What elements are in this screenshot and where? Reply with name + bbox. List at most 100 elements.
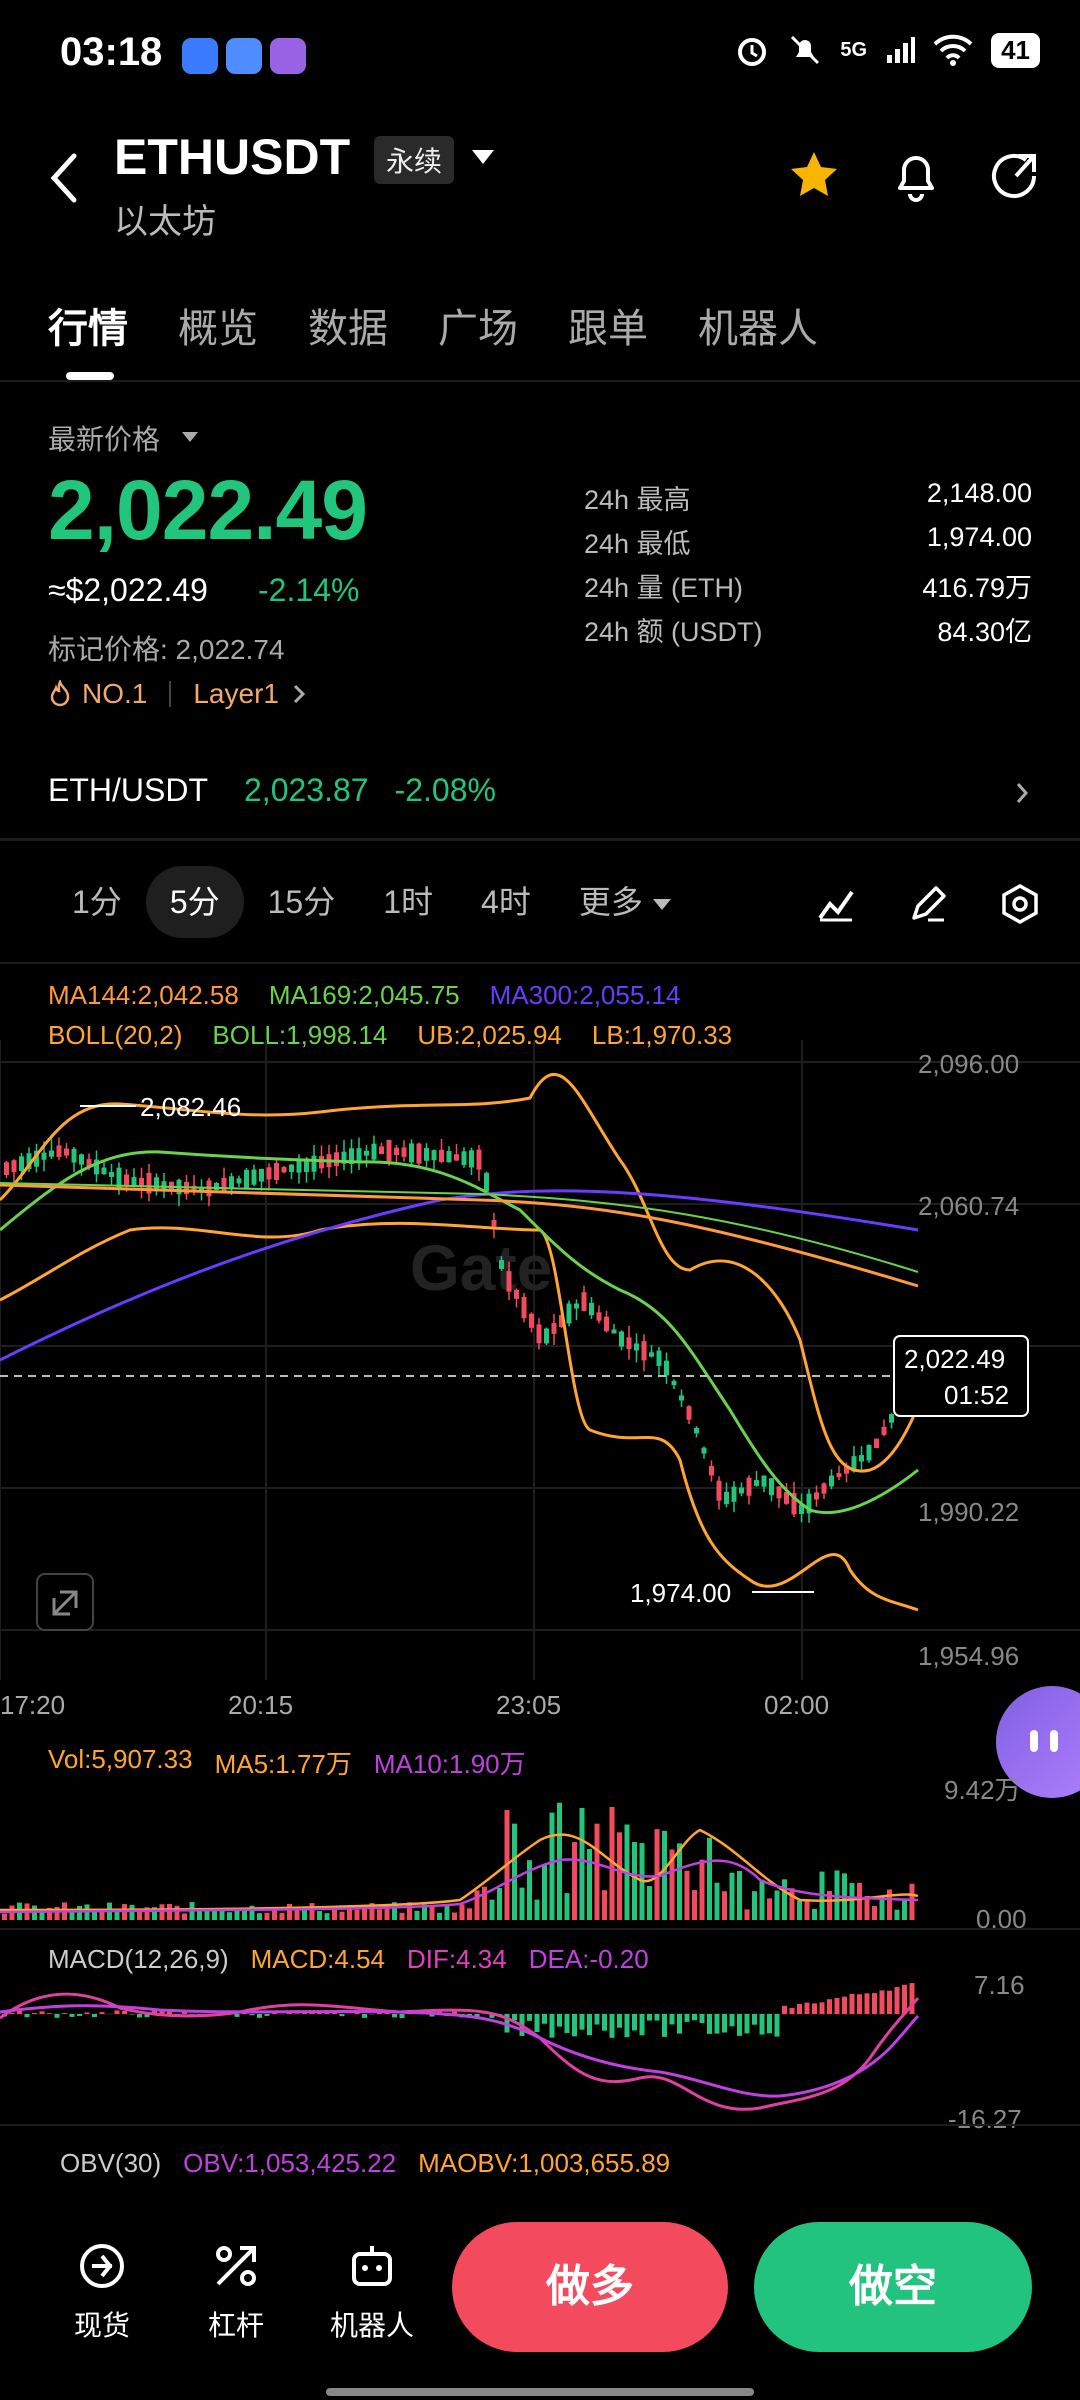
- nav-margin[interactable]: 杠杆: [176, 2240, 296, 2344]
- macd-divider: [0, 2124, 1080, 2126]
- candle-body: [544, 1328, 549, 1344]
- volume-bar: [692, 1890, 697, 1920]
- macd-bar: [362, 2014, 367, 2018]
- timeframe-4h[interactable]: 4时: [457, 866, 555, 938]
- macd-bar: [129, 2014, 135, 2015]
- candle-body: [454, 1154, 459, 1161]
- candle-body: [649, 1352, 654, 1357]
- x-axis-label: 02:00: [764, 1690, 830, 1720]
- macd-bar: [632, 2014, 637, 2031]
- volume-bar: [429, 1906, 435, 1920]
- share-icon[interactable]: [990, 148, 1042, 204]
- indicator-icon[interactable]: [816, 884, 856, 924]
- candle-body: [566, 1303, 572, 1324]
- status-indicators: 5G 41: [734, 32, 1040, 68]
- tab-data[interactable]: 数据: [308, 296, 388, 354]
- candle-body: [19, 1156, 24, 1171]
- timeframe-1h[interactable]: 1时: [359, 866, 457, 938]
- candle-body: [634, 1343, 639, 1351]
- home-indicator[interactable]: [326, 2388, 754, 2396]
- timeframe-5m[interactable]: 5分: [145, 866, 244, 938]
- latest-price-label[interactable]: 最新价格: [48, 418, 160, 458]
- network-label: 5G: [840, 38, 868, 61]
- symbol-title[interactable]: ETHUSDT: [114, 128, 350, 186]
- candle-body: [574, 1303, 579, 1309]
- volume-bar: [414, 1910, 420, 1920]
- macd-bar: [249, 2014, 255, 2016]
- macd-bar: [69, 2014, 75, 2017]
- y-axis-label: 2,096.00: [918, 1049, 1019, 1079]
- tabs-divider: [0, 380, 1080, 382]
- tab-market[interactable]: 行情: [48, 296, 128, 354]
- nav-spot[interactable]: 现货: [42, 2240, 162, 2344]
- toolbar-divider: [0, 962, 1080, 964]
- candle-body: [439, 1149, 444, 1163]
- candle-body: [56, 1145, 62, 1157]
- open-long-button[interactable]: 做多: [452, 2222, 728, 2352]
- symbol-dropdown-icon[interactable]: [472, 150, 494, 164]
- volume-divider: [0, 1928, 1080, 1930]
- macd-bar: [662, 2014, 667, 2037]
- timeframe-more[interactable]: 更多: [555, 866, 695, 938]
- signal-icon: [887, 37, 916, 63]
- x-axis-label: 17:20: [0, 1690, 66, 1720]
- macd-bar: [722, 2014, 727, 2033]
- stat-row: 24h 额 (USDT) 84.30亿: [584, 610, 1032, 654]
- spot-icon: [80, 2244, 124, 2288]
- obv-legend: OBV(30) OBV:1,053,425.22 MAOBV:1,003,655…: [60, 2148, 670, 2179]
- tab-bots[interactable]: 机器人: [698, 296, 818, 354]
- macd-bar: [804, 2002, 810, 2014]
- macd-bar: [572, 2014, 577, 2037]
- back-button[interactable]: [48, 150, 80, 211]
- macd-bar: [84, 2012, 90, 2014]
- vol-value: Vol:5,907.33: [48, 1744, 193, 1774]
- expand-chart-button[interactable]: [36, 1573, 94, 1631]
- price-type-dropdown-icon[interactable]: [182, 432, 198, 442]
- volume-bar: [234, 1910, 240, 1920]
- header-actions: [786, 148, 1042, 204]
- timeframe-15m[interactable]: 15分: [244, 866, 360, 938]
- draw-pencil-icon[interactable]: [908, 884, 948, 924]
- volume-bar: [812, 1908, 817, 1920]
- macd-bar: [557, 2014, 562, 2027]
- favorite-star-icon[interactable]: [786, 148, 842, 204]
- candle-body: [679, 1395, 684, 1401]
- candle-body: [124, 1174, 129, 1187]
- macd-bar: [752, 2014, 757, 2025]
- macd-bar: [617, 2014, 622, 2028]
- stat-value: 1,974.00: [926, 522, 1032, 552]
- last-price: 2,022.49: [48, 463, 368, 557]
- chart-settings-icon[interactable]: [1000, 884, 1040, 924]
- nav-bot-label: 机器人: [329, 2310, 414, 2341]
- expand-icon: [52, 1590, 78, 1616]
- volume-bar: [647, 1885, 652, 1920]
- volume-bar: [804, 1899, 810, 1920]
- timeframe-1m[interactable]: 1分: [48, 866, 146, 938]
- macd-bar: [819, 2002, 825, 2014]
- spot-link-row[interactable]: ETH/USDT 2,023.87 -2.08%: [48, 772, 1032, 809]
- price-alert-bell-icon[interactable]: [890, 148, 942, 204]
- macd-bar: [399, 2014, 405, 2018]
- open-short-button[interactable]: 做空: [754, 2222, 1032, 2352]
- macd-bar: [894, 1987, 900, 2014]
- nav-bot[interactable]: 机器人: [312, 2240, 432, 2344]
- robot-icon: [352, 2246, 392, 2286]
- obv-label: OBV(30): [60, 2148, 162, 2178]
- candlestick-chart[interactable]: Gate 2,082.46 1,974.00 2,096.00 2,060.74…: [0, 1040, 1080, 1680]
- tab-square[interactable]: 广场: [438, 296, 518, 354]
- chevron-down-icon: [652, 899, 671, 911]
- candle-body: [641, 1341, 647, 1361]
- candle-body: [529, 1313, 534, 1328]
- tab-overview[interactable]: 概览: [178, 296, 258, 354]
- vol-ma10-value: MA10:1.90万: [373, 1749, 526, 1779]
- volume-bar: [789, 1888, 795, 1920]
- candle-body: [4, 1162, 9, 1176]
- tab-copy-trading[interactable]: 跟单: [568, 296, 648, 354]
- macd-bar: [542, 2014, 547, 2024]
- contract-type-badge[interactable]: 永续: [374, 136, 455, 184]
- volume-bar: [902, 1900, 907, 1920]
- y-axis-label: 1,990.22: [918, 1497, 1019, 1527]
- rank-row[interactable]: NO.1 Layer1: [48, 678, 309, 710]
- macd-bar: [864, 1993, 870, 2014]
- candle-body: [551, 1323, 557, 1334]
